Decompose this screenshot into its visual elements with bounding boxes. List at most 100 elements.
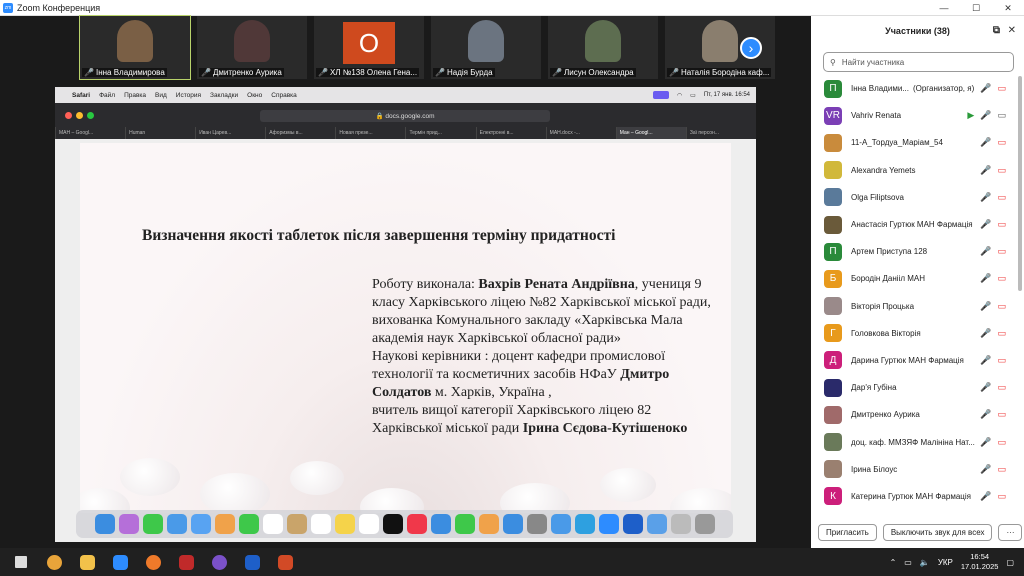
participant-row[interactable]: Б Бородін Данііл МАН 🎤 ▭ [811, 265, 1024, 292]
settings-icon [526, 514, 547, 534]
scrollbar[interactable] [1018, 76, 1022, 291]
safari-toolbar: 🔒 docs.google.com МАН – Googl... Human И… [55, 103, 756, 139]
volume-icon[interactable]: 🔈 [920, 558, 930, 567]
video-off-icon: ▭ [997, 436, 1006, 447]
file-explorer-icon[interactable] [75, 551, 99, 573]
participant-row[interactable]: Ірина Білоус 🎤 ▭ [811, 456, 1024, 483]
participant-row[interactable]: Дар'я Губіна 🎤 ▭ [811, 374, 1024, 401]
video-off-icon: ▭ [997, 191, 1006, 202]
photos-icon [214, 514, 235, 534]
thumb-name: Наталія Бородіна каф... [680, 68, 770, 77]
chevron-up-icon[interactable]: ⌃ [890, 558, 897, 567]
mic-muted-icon: 🎤 [435, 68, 445, 77]
participant-name: доц. каф. ММЗЯФ Малініна Нат... [851, 437, 975, 447]
avatar [824, 460, 842, 479]
avatar [824, 188, 842, 207]
video-off-icon: ▭ [997, 300, 1006, 311]
maximize-button[interactable]: ☐ [960, 0, 992, 16]
participant-name: Бородін Данііл МАН [851, 274, 926, 284]
video-thumb[interactable]: 🎤 Інна Владимирова [79, 15, 191, 80]
clock-time: 16:54 [970, 552, 990, 561]
thumb-name: Дмитренко Аурика [212, 68, 282, 77]
popout-icon[interactable]: ⧉ [993, 25, 1000, 36]
next-thumbnails-button[interactable]: › [740, 37, 762, 59]
menu-item: Правка [124, 91, 147, 99]
participant-name: Вікторія Процька [851, 301, 915, 311]
chrome-icon[interactable] [42, 551, 66, 573]
notes-icon [334, 514, 355, 534]
word-taskbar-icon[interactable] [240, 551, 264, 573]
video-thumb[interactable]: 🎤 Надія Бурда [431, 16, 541, 79]
participant-name: Головкова Вікторія [851, 328, 921, 338]
video-off-icon: ▭ [997, 463, 1006, 474]
participant-row[interactable]: Дмитренко Аурика 🎤 ▭ [811, 401, 1024, 428]
avatar-letter: О [343, 22, 395, 64]
firefox-icon[interactable] [141, 551, 165, 573]
video-off-icon: ▭ [997, 137, 1006, 148]
menu-item: Справка [271, 91, 297, 99]
slide-text: Роботу виконала: [372, 277, 479, 292]
network-icon[interactable]: ▭ [904, 558, 912, 567]
minimize-button[interactable]: — [928, 0, 960, 16]
browser-tab: Електронні в... [475, 127, 546, 139]
close-button[interactable]: ✕ [992, 0, 1024, 16]
start-button[interactable] [9, 551, 33, 573]
participant-row[interactable]: VR Vahriv Renata ▶ 🎤 ▭ [811, 102, 1024, 129]
more-button[interactable]: ··· [998, 523, 1023, 541]
participant-row[interactable]: Alexandra Yemets 🎤 ▭ [811, 157, 1024, 184]
clock[interactable]: 16:54 17.01.2025 [961, 552, 999, 572]
browser-tab: Иван Царев... [195, 127, 265, 139]
video-thumb[interactable]: 🎤 Дмитренко Аурика [197, 16, 307, 79]
thumb-name: Лисун Олександра [563, 68, 634, 77]
participant-photo [117, 20, 153, 62]
thumb-name: ХЛ №138 Олена Гена... [329, 68, 418, 77]
wifi-icon: ◠ [676, 92, 683, 99]
zoom-taskbar-icon[interactable] [108, 551, 132, 573]
facetime-icon [238, 514, 259, 534]
participant-row[interactable]: Д Дарина Гуртюк МАН Фармація 🎤 ▭ [811, 347, 1024, 374]
music-icon [406, 514, 427, 534]
video-thumb[interactable]: 🎤 Лисун Олександра [548, 16, 658, 79]
preview-icon [646, 514, 667, 534]
language-indicator[interactable]: УКР [938, 558, 953, 567]
mic-muted-icon: 🎤 [980, 490, 992, 501]
browser-tab: Афоризмы в... [265, 127, 335, 139]
participant-row[interactable]: 11-А_Тордуа_Маріам_54 🎤 ▭ [811, 129, 1024, 156]
app-icon[interactable] [174, 551, 198, 573]
participant-row[interactable]: Вікторія Процька 🎤 ▭ [811, 293, 1024, 320]
viber-icon[interactable] [207, 551, 231, 573]
avatar: VR [824, 106, 842, 125]
powerpoint-icon[interactable] [273, 551, 297, 573]
participant-row[interactable]: Olga Filiptsova 🎤 ▭ [811, 184, 1024, 211]
avatar [824, 378, 842, 397]
browser-tab: Заї персон... [685, 127, 756, 139]
close-panel-icon[interactable]: ✕ [1008, 25, 1016, 36]
mic-muted-icon: 🎤 [980, 436, 992, 447]
numbers-icon [454, 514, 475, 534]
invite-button[interactable]: Пригласить [818, 523, 877, 541]
participant-name: Ірина Білоус [851, 464, 898, 474]
video-thumb[interactable]: О 🎤 ХЛ №138 Олена Гена... [314, 16, 424, 79]
participant-photo [702, 20, 738, 62]
zoom-icon [598, 514, 619, 534]
mic-muted-icon: 🎤 [980, 273, 992, 284]
notifications-icon[interactable]: ▢ [1006, 558, 1014, 567]
battery-icon: ▭ [690, 92, 696, 99]
search-input[interactable]: ⚲ Найти участника [823, 52, 1014, 72]
avatar: Д [824, 351, 842, 370]
participant-row[interactable]: Анастасія Гуртюк МАН Фармація 🎤 ▭ [811, 211, 1024, 238]
participant-list: П Інна Владими... (Организатор, я) 🎤 ▭ VR Vahr… [811, 75, 1024, 510]
browser-tab: Новая презе... [335, 127, 405, 139]
menu-item: Вид [155, 91, 167, 99]
participant-row[interactable]: П Артем Приступа 128 🎤 ▭ [811, 238, 1024, 265]
mute-all-button[interactable]: Выключить звук для всех [882, 523, 993, 541]
participant-row[interactable]: доц. каф. ММЗЯФ Малініна Нат... 🎤 ▭ [811, 428, 1024, 455]
avatar [824, 133, 842, 152]
participant-row[interactable]: Г Головкова Вікторія 🎤 ▭ [811, 320, 1024, 347]
participant-row[interactable]: К Катерина Гуртюк МАН Фармація 🎤 ▭ [811, 483, 1024, 510]
video-on-icon: ▶ [967, 110, 975, 121]
participant-row[interactable]: П Інна Владими... (Организатор, я) 🎤 ▭ [811, 75, 1024, 102]
keynote-icon [430, 514, 451, 534]
avatar [824, 405, 842, 424]
video-off-icon: ▭ [997, 273, 1006, 284]
